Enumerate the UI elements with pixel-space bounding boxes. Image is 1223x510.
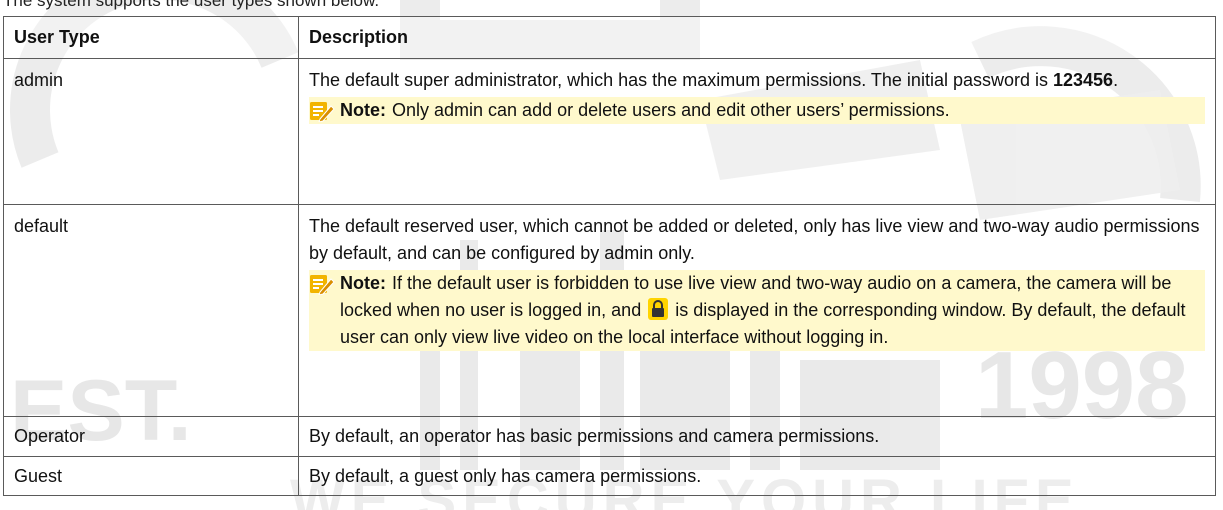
admin-note-text: Only admin can add or delete users and e…	[392, 100, 950, 120]
user-type-cell: admin	[3, 58, 299, 205]
table-row: admin The default super administrator, w…	[3, 58, 1216, 205]
user-type-cell: default	[3, 204, 299, 417]
admin-password: 123456	[1053, 70, 1114, 90]
user-type-table: User Type Description admin The default …	[3, 16, 1216, 496]
intro-text: The system supports the user types shown…	[3, 0, 380, 10]
note-pencil-icon	[310, 102, 335, 122]
admin-description: The default super administrator, which h…	[309, 59, 1205, 94]
description-cell: By default, a guest only has camera perm…	[298, 456, 1216, 496]
table-header-row: User Type Description	[3, 16, 1216, 59]
user-type-operator: Operator	[14, 426, 86, 446]
description-cell: The default super administrator, which h…	[298, 58, 1216, 205]
guest-description: By default, a guest only has camera perm…	[309, 466, 702, 486]
table-row: Guest By default, a guest only has camer…	[3, 456, 1216, 496]
user-type-default: default	[14, 216, 69, 236]
description-cell: By default, an operator has basic permis…	[298, 416, 1216, 457]
note-pencil-icon	[310, 275, 335, 295]
user-type-cell: Guest	[3, 456, 299, 496]
note-label: Note:	[340, 100, 386, 120]
header-user-type: User Type	[3, 16, 299, 59]
default-description: The default reserved user, which cannot …	[309, 216, 1200, 263]
lock-icon	[648, 298, 669, 320]
admin-desc-text: The default super administrator, which h…	[309, 70, 1053, 90]
user-type-cell: Operator	[3, 416, 299, 457]
admin-note: Note: Only admin can add or delete users …	[309, 97, 1205, 124]
note-label: Note:	[340, 273, 386, 293]
user-type-guest: Guest	[14, 466, 63, 486]
header-description: Description	[298, 16, 1216, 59]
operator-description: By default, an operator has basic permis…	[309, 426, 880, 446]
default-note-content: Note: If the default user is forbidden to…	[340, 270, 1205, 351]
default-note: Note: If the default user is forbidden to…	[309, 270, 1205, 351]
description-cell: The default reserved user, which cannot …	[298, 204, 1216, 417]
admin-note-content: Note: Only admin can add or delete users …	[340, 97, 950, 124]
table-row: default The default reserved user, which…	[3, 204, 1216, 417]
table-row: Operator By default, an operator has bas…	[3, 416, 1216, 457]
admin-desc-end: .	[1113, 70, 1119, 90]
user-type-admin: admin	[14, 70, 64, 90]
